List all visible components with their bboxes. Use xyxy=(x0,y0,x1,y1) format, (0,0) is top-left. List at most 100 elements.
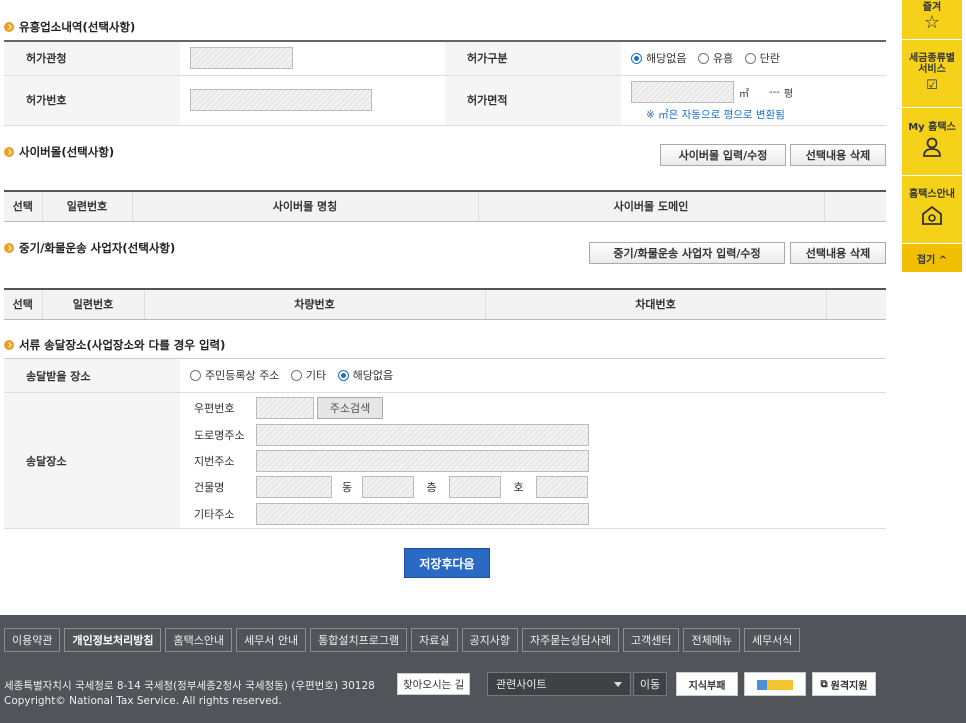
postal-code-label: 우편번호 xyxy=(194,402,235,415)
permit-area-label: 허가면적 xyxy=(445,75,621,126)
remote-support-icon: ⧉ xyxy=(820,678,828,690)
cybermall-delete-button[interactable]: 선택내용 삭제 xyxy=(790,144,886,166)
col-select: 선택 xyxy=(4,191,43,222)
heavy-equipment-input-button[interactable]: 중기/화물운송 사업자 입력/수정 xyxy=(589,242,785,264)
col-chassis-number: 차대번호 xyxy=(485,289,827,320)
footer-copyright: Copyright© National Tax Service. All rig… xyxy=(4,695,282,707)
user-icon xyxy=(921,137,943,162)
footer-links: 이용약관 개인정보처리방침 홈택스안내 세무서 안내 통합설치프로그램 자료실 … xyxy=(4,628,804,652)
section-title-cybermall: 사이버몰(선택사항) xyxy=(4,144,114,160)
permit-number-label: 허가번호 xyxy=(4,75,180,126)
address-search-button[interactable]: 주소검색 xyxy=(317,397,383,419)
ho-label: 호 xyxy=(513,481,524,494)
banner-anti-corruption[interactable]: 지식부패 xyxy=(676,672,738,696)
save-next-button[interactable]: 저장후다음 xyxy=(404,548,490,578)
ho-input[interactable] xyxy=(536,476,588,498)
footer-link-notice[interactable]: 공지사항 xyxy=(461,628,518,652)
section-bullet-icon xyxy=(4,340,14,350)
footer-link-terms[interactable]: 이용약관 xyxy=(4,628,61,652)
footer-link-hometax-guide[interactable]: 홈택스안내 xyxy=(165,628,233,652)
related-sites-value: 관련사이트 xyxy=(496,678,547,691)
other-address-label: 기타주소 xyxy=(194,508,235,521)
postal-code-row: 우편번호 주소검색 xyxy=(194,397,383,419)
star-icon: ☆ xyxy=(923,12,941,34)
col-mall-name: 사이버몰 명칭 xyxy=(132,191,479,222)
road-address-input[interactable] xyxy=(256,424,589,446)
area-unit: ㎡ xyxy=(739,88,749,100)
footer-link-all-menu[interactable]: 전체메뉴 xyxy=(683,628,740,652)
dong-input[interactable] xyxy=(362,476,414,498)
footer-link-privacy[interactable]: 개인정보처리방침 xyxy=(64,628,162,652)
footer-link-faq[interactable]: 자주묻는상담사례 xyxy=(522,628,619,652)
section-title-heavy-equipment: 중기/화물운송 사업자(선택사항) xyxy=(4,240,175,256)
footer-link-tax-office[interactable]: 세무서 안내 xyxy=(236,628,307,652)
footer-link-customer-center[interactable]: 고객센터 xyxy=(622,628,680,652)
receive-radio-resident[interactable]: 주민등록상 주소 xyxy=(190,367,279,383)
col-extra xyxy=(826,289,886,320)
section-title-text: 유흥업소내역(선택사항) xyxy=(19,20,136,34)
radio-selected-icon xyxy=(337,369,349,381)
radio-icon xyxy=(290,369,302,381)
section-title-delivery: 서류 송달장소(사업장소와 다를 경우 입력) xyxy=(4,337,225,353)
quick-favorites[interactable]: 즐겨 ☆ xyxy=(902,0,962,40)
col-serial: 일련번호 xyxy=(42,191,133,222)
footer: 이용약관 개인정보처리방침 홈택스안내 세무서 안내 통합설치프로그램 자료실 … xyxy=(0,615,966,723)
permit-type-radio-karaoke[interactable]: 단란 xyxy=(744,50,780,66)
footer-link-install[interactable]: 통합설치프로그램 xyxy=(310,628,408,652)
lot-address-input[interactable] xyxy=(256,450,589,472)
quick-hometax-guide[interactable]: 홈택스안내 xyxy=(902,176,962,244)
building-row: 건물명 동 층 호 xyxy=(194,476,588,498)
related-sites-go-button[interactable]: 이동 xyxy=(633,672,667,696)
permit-type-radio-entertainment[interactable]: 유흥 xyxy=(697,50,733,66)
quick-menu: 즐겨 ☆ 세금종류별 서비스 ☑ My 홈택스 홈택스안내 접기 ^ xyxy=(902,0,962,272)
col-vehicle-number: 차량번호 xyxy=(144,289,486,320)
other-address-row: 기타주소 xyxy=(194,503,589,525)
find-directions-button[interactable]: 찾아오시는 길 xyxy=(397,673,471,695)
related-sites-select[interactable]: 관련사이트 xyxy=(487,672,631,696)
section-title-entertainment: 유흥업소내역(선택사항) xyxy=(4,19,135,35)
section-bullet-icon xyxy=(4,22,14,32)
section-title-text: 서류 송달장소(사업장소와 다를 경우 입력) xyxy=(19,338,226,352)
table-header-row: 선택 일련번호 차량번호 차대번호 xyxy=(4,289,886,320)
col-mall-domain: 사이버몰 도메인 xyxy=(478,191,825,222)
receive-radio-other[interactable]: 기타 xyxy=(290,367,326,383)
quick-tax-service[interactable]: 세금종류별 서비스 ☑ xyxy=(902,40,962,108)
road-address-row: 도로명주소 xyxy=(194,424,589,446)
quick-my-hometax-label: My 홈택스 xyxy=(908,121,956,133)
col-extra xyxy=(824,191,886,222)
permit-number-input[interactable] xyxy=(190,89,372,111)
radio-icon xyxy=(190,369,201,381)
other-address-input[interactable] xyxy=(256,503,589,525)
banner-logo[interactable] xyxy=(744,672,806,696)
footer-link-tax-forms[interactable]: 세무서식 xyxy=(743,628,801,652)
permit-office-label: 허가관청 xyxy=(4,41,180,76)
banner-remote-support[interactable]: ⧉ 원격지원 xyxy=(812,672,876,696)
cybermall-input-button[interactable]: 사이버몰 입력/수정 xyxy=(660,144,786,166)
quick-my-hometax[interactable]: My 홈택스 xyxy=(902,108,962,176)
delivery-place-label: 송달장소 xyxy=(4,392,180,529)
quick-tax-service-label: 세금종류별 서비스 xyxy=(909,53,955,76)
radio-icon xyxy=(744,52,756,64)
pyeong-value: --- xyxy=(769,86,780,98)
entertainment-form-table: 허가관청 허가구분 해당없음 유흥 단란 허가번호 허가면적 ㎡ --- 평 ※… xyxy=(4,40,886,126)
permit-type-radio-none[interactable]: 해당없음 xyxy=(631,50,686,66)
checkbox-icon: ☑ xyxy=(926,78,938,94)
section-bullet-icon xyxy=(4,243,14,253)
road-address-label: 도로명주소 xyxy=(194,429,245,442)
quick-menu-close[interactable]: 접기 ^ xyxy=(902,244,962,272)
footer-link-archive[interactable]: 자료실 xyxy=(411,628,458,652)
postal-code-input[interactable] xyxy=(256,397,314,419)
receive-radio-none[interactable]: 해당없음 xyxy=(337,367,393,383)
floor-input[interactable] xyxy=(449,476,501,498)
radio-selected-icon xyxy=(631,52,642,64)
building-input[interactable] xyxy=(256,476,332,498)
floor-label: 층 xyxy=(426,481,437,494)
section-title-text: 사이버몰(선택사항) xyxy=(19,145,115,159)
permit-area-input[interactable] xyxy=(631,81,734,103)
col-serial: 일련번호 xyxy=(42,289,145,320)
heavy-equipment-delete-button[interactable]: 선택내용 삭제 xyxy=(790,242,886,264)
permit-office-input[interactable] xyxy=(190,47,293,70)
lot-address-row: 지번주소 xyxy=(194,450,589,472)
pyeong-unit: 평 xyxy=(783,88,794,100)
footer-address: 세종특별자치시 국세청로 8-14 국세청(정부세종2청사 국세청동) (우편번… xyxy=(4,680,375,692)
